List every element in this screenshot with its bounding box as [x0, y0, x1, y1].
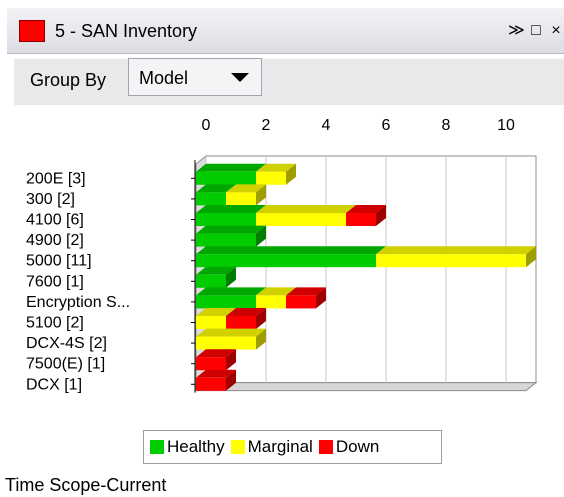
panel-title: 5 - SAN Inventory [55, 21, 198, 41]
inventory-chart-svg: 0 2 4 6 8 10 200E [3] 300 [2] 4100 [6] 4900 [2] 50… [26, 117, 538, 393]
category-label: 7600 [1] [26, 273, 84, 290]
group-by-value: Model [139, 68, 189, 88]
chart-floor [194, 382, 538, 392]
bar-healthy [196, 171, 256, 185]
bar-top-marginal [376, 246, 536, 255]
inventory-chart: 0 2 4 6 8 10 200E [3] 300 [2] 4100 [6] 4900 [2] 50… [14, 104, 564, 429]
bar-top-marginal [196, 328, 266, 337]
category-label: DCX [1] [26, 376, 82, 393]
bar-healthy [196, 192, 226, 206]
bar-top-healthy [196, 225, 266, 234]
bar-healthy [196, 254, 376, 268]
bar-marginal [226, 192, 256, 206]
bar-marginal [256, 213, 346, 226]
category-label: 5000 [11] [26, 253, 92, 270]
legend-swatch [150, 440, 164, 454]
bar-marginal [256, 171, 286, 185]
bar-healthy [196, 274, 226, 288]
bar-top-marginal [256, 205, 356, 213]
san-inventory-panel: 5 - SAN Inventory ≫ □ × Group By Model 0… [0, 0, 564, 497]
bar-healthy [196, 295, 256, 309]
legend-label: Healthy [167, 437, 225, 456]
bar-top-healthy [196, 163, 266, 172]
legend-item-healthy[interactable]: Healthy [150, 437, 225, 457]
collapse-icon[interactable]: ≫ [508, 20, 525, 42]
dropdown-arrow-icon [231, 73, 249, 82]
category-label: Encryption S... [26, 294, 130, 311]
x-tick-label: 4 [322, 117, 331, 134]
bar-down [196, 357, 226, 371]
x-tick-label: 6 [382, 117, 391, 134]
bar-healthy [196, 213, 256, 226]
bar-marginal [376, 254, 526, 268]
bar-down [196, 377, 226, 391]
category-label: 4100 [6] [26, 212, 84, 229]
category-label: 7500(E) [1] [26, 356, 105, 373]
bar-down [346, 213, 376, 226]
chart-legend: Healthy Marginal Down [143, 430, 442, 464]
legend-swatch [318, 440, 333, 454]
maximize-icon[interactable]: □ [528, 20, 544, 42]
legend-label: Down [335, 437, 380, 456]
legend-swatch [230, 440, 245, 454]
category-label: 4900 [2] [26, 232, 84, 249]
x-tick-label: 8 [442, 117, 451, 134]
close-icon[interactable]: × [548, 20, 564, 42]
x-tick-label: 0 [202, 117, 211, 134]
bar-marginal [196, 336, 256, 350]
category-label: 200E [3] [26, 170, 86, 187]
bar-down [226, 316, 256, 329]
group-by-label: Group By [30, 70, 107, 90]
status-color-swatch [19, 20, 45, 42]
bar-marginal [196, 316, 226, 329]
legend-label: Marginal [247, 437, 313, 456]
bar-top-healthy [196, 246, 386, 255]
bar-down [286, 295, 316, 309]
bar-top-healthy [196, 287, 266, 296]
bar-healthy [196, 233, 256, 247]
legend-item-marginal[interactable]: Marginal [230, 437, 313, 457]
bar-marginal [256, 295, 286, 309]
panel-titlebar[interactable]: 5 - SAN Inventory ≫ □ × [7, 8, 564, 54]
x-tick-label: 2 [262, 117, 271, 134]
window-controls: ≫ □ × [508, 20, 564, 42]
category-label: 5100 [2] [26, 315, 84, 332]
legend-item-down[interactable]: Down [318, 437, 380, 457]
category-label: DCX-4S [2] [26, 335, 107, 352]
group-by-toolbar: Group By [14, 58, 564, 105]
group-by-select[interactable]: Model [128, 58, 262, 96]
time-scope-label: Time Scope-Current [5, 475, 167, 495]
bar-top-healthy [196, 205, 266, 213]
x-tick-label: 10 [497, 117, 515, 134]
category-label: 300 [2] [26, 191, 75, 208]
